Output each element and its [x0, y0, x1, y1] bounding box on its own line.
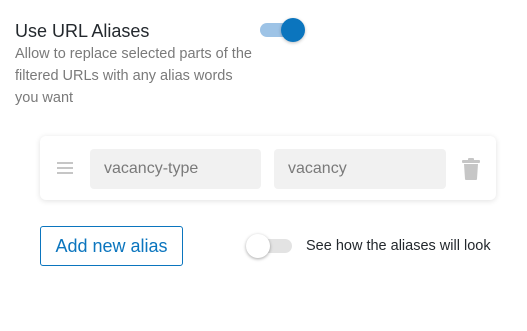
setting-description: Allow to replace selected parts of the f…: [15, 46, 252, 106]
add-new-alias-button[interactable]: Add new alias: [40, 226, 183, 266]
toggle-knob: [246, 234, 270, 258]
preview-aliases-toggle[interactable]: [246, 234, 294, 258]
alias-to-input[interactable]: [274, 149, 446, 189]
trash-icon[interactable]: [462, 158, 480, 180]
drag-handle-icon[interactable]: [57, 162, 73, 174]
use-url-aliases-toggle[interactable]: [258, 18, 306, 42]
setting-title: Use URL Aliases: [15, 21, 150, 41]
preview-aliases-label: See how the aliases will look: [306, 238, 491, 254]
alias-row: [40, 136, 496, 200]
alias-from-input[interactable]: [90, 149, 261, 189]
toggle-knob: [281, 18, 305, 42]
